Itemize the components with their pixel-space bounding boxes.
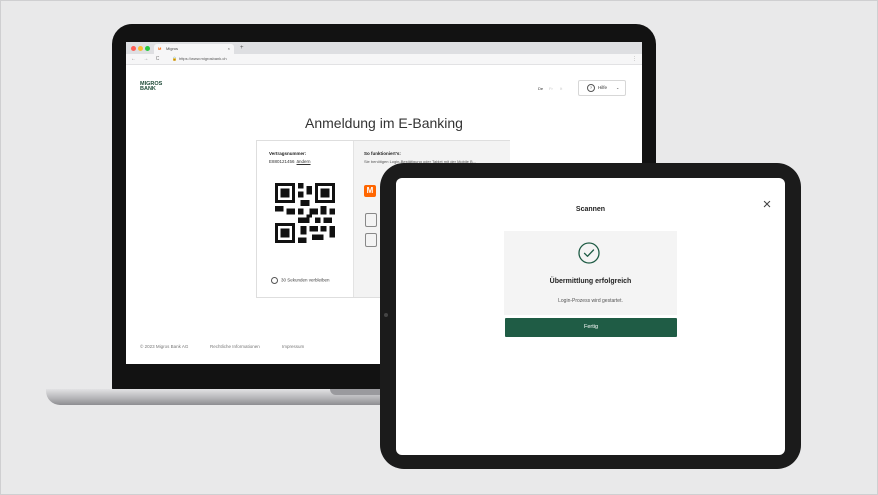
contract-number-row: E880121456 ändern xyxy=(269,159,311,164)
check-circle-icon xyxy=(578,242,600,264)
footer-copyright: © 2023 Migros Bank AG xyxy=(140,344,189,349)
timer-text: 30 Sekunden verbleiben xyxy=(281,277,330,283)
clock-icon xyxy=(271,277,278,284)
language-it[interactable]: It xyxy=(560,86,562,91)
new-tab-icon[interactable]: + xyxy=(240,43,244,53)
done-button[interactable]: Fertig xyxy=(505,318,677,337)
success-panel: Übermittlung erfolgreich Login-Prozess w… xyxy=(504,231,677,315)
modal-title: Scannen xyxy=(575,206,606,213)
instructions-title: So funktioniert's: xyxy=(364,151,401,156)
chevron-down-icon: ⌄ xyxy=(616,85,620,90)
footer-legal-link[interactable]: Rechtliche Informationen xyxy=(210,344,260,349)
window-minimize-dot[interactable] xyxy=(138,46,143,51)
window-close-dot[interactable] xyxy=(131,46,136,51)
help-label: Hilfe xyxy=(598,85,608,90)
change-contract-link[interactable]: ändern xyxy=(297,159,311,164)
contract-label: Vertragsnummer: xyxy=(269,151,307,156)
browser-tabbar: M Migros × + xyxy=(126,42,642,54)
countdown-timer: 30 Sekunden verbleiben xyxy=(271,277,330,284)
qr-code-icon xyxy=(275,183,335,243)
phone-scan-icon xyxy=(365,213,377,227)
language-fr[interactable]: Fr xyxy=(549,86,553,91)
migros-bank-logo[interactable]: MIGROS BANK xyxy=(140,81,170,92)
lock-icon: 🔒 xyxy=(172,56,177,61)
help-button[interactable]: ? Hilfe ⌄ xyxy=(578,80,626,96)
contract-number: E880121456 xyxy=(269,159,295,164)
url-field[interactable]: 🔒 https://www.migrosbank.ch xyxy=(172,54,227,64)
migros-app-icon: M xyxy=(364,185,376,197)
window-zoom-dot[interactable] xyxy=(145,46,150,51)
browser-menu-icon[interactable]: ⋮ xyxy=(632,54,637,64)
success-title: Übermittlung erfolgreich xyxy=(549,278,632,285)
close-icon[interactable]: × xyxy=(760,197,774,212)
tablet-camera xyxy=(384,313,388,317)
footer-imprint-link[interactable]: Impressum xyxy=(282,344,304,349)
tab-close-icon[interactable]: × xyxy=(228,44,230,54)
page-title: Anmeldung im E-Banking xyxy=(305,115,463,131)
phone-qr-icon xyxy=(365,233,377,247)
success-message: Login-Prozess wird gestartet. xyxy=(558,298,623,304)
tablet-screen: Scannen × Übermittlung erfolgreich Login… xyxy=(396,178,785,455)
migros-favicon-icon: M xyxy=(158,46,162,51)
tab-title: Migros xyxy=(166,46,179,51)
url-text: https://www.migrosbank.ch xyxy=(178,56,227,61)
logo-line-2: BANK xyxy=(140,86,156,92)
tablet-device: Scannen × Übermittlung erfolgreich Login… xyxy=(380,163,801,469)
help-icon: ? xyxy=(587,84,595,92)
language-de[interactable]: De xyxy=(538,86,543,91)
nav-arrows-icon[interactable]: ← → C xyxy=(131,54,162,64)
browser-tab[interactable]: M Migros × xyxy=(154,44,234,54)
address-bar: ← → C 🔒 https://www.migrosbank.ch ⋮ xyxy=(126,54,642,65)
